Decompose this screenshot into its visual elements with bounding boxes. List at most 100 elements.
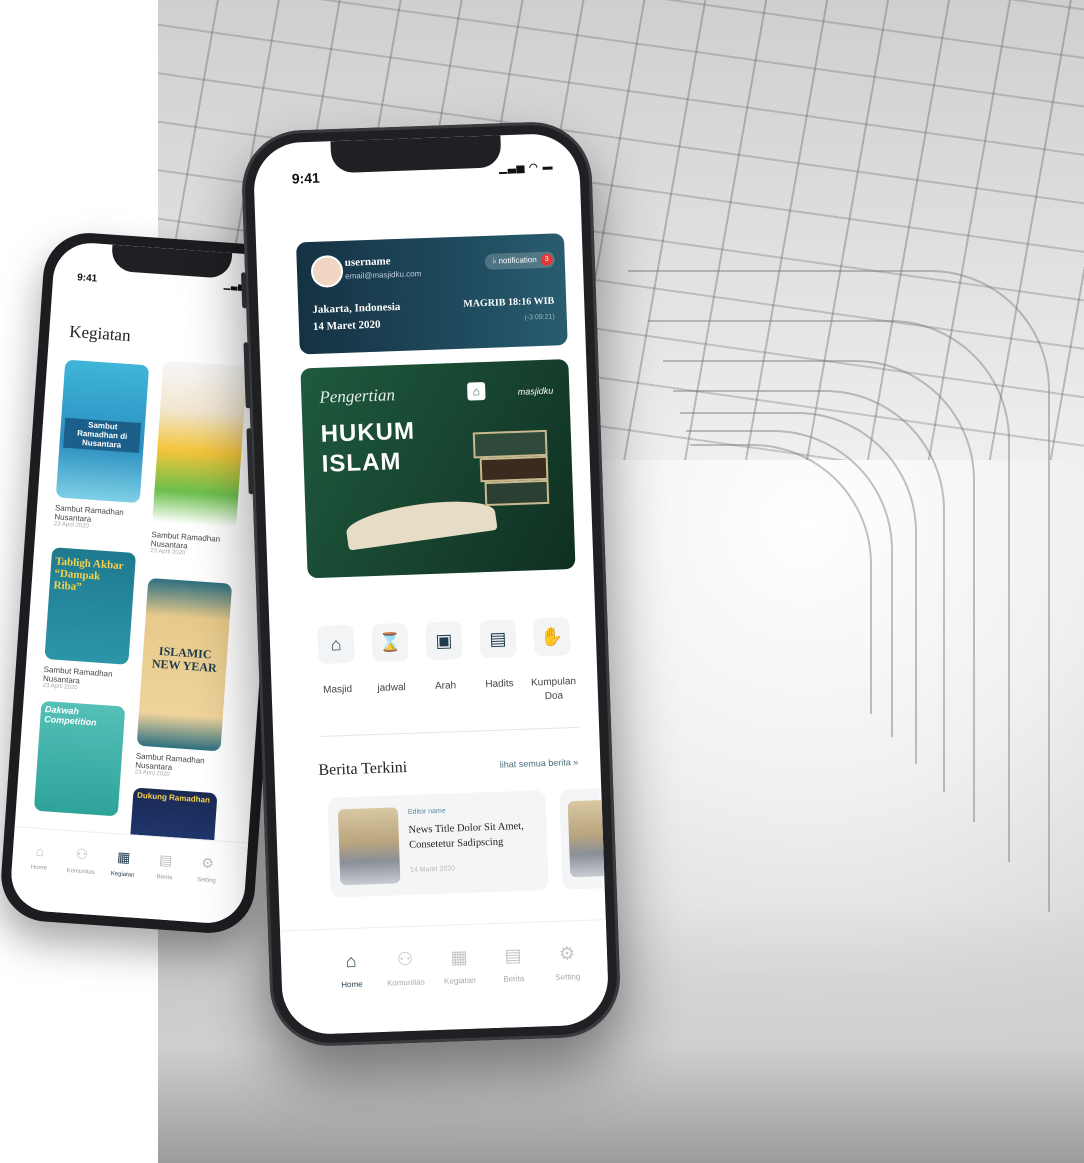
nav-label: Kegiatan: [443, 975, 476, 986]
prayer-icon: ⌛: [371, 622, 409, 663]
notch: [330, 135, 502, 174]
news-thumbnail: [337, 807, 401, 886]
nav-label: Home: [30, 864, 48, 872]
home-icon: ⌂: [345, 950, 357, 972]
card-overlay-text: Tabligh Akbar “Dampak Riba”: [53, 555, 124, 594]
banner-subtitle: Pengertian: [319, 385, 396, 407]
volume-up-button: [243, 342, 251, 409]
nav-komunitas[interactable]: ⚇ Komunitas: [58, 844, 106, 876]
mosque-icon: ⌂: [317, 624, 355, 664]
nav-setting[interactable]: ⚙ Setting: [183, 853, 231, 885]
silent-switch: [241, 272, 248, 309]
card-overlay-text: Dakwah Competition: [43, 704, 97, 728]
community-icon: ⚇: [396, 948, 414, 970]
nav-home[interactable]: ⌂ Home: [325, 950, 378, 990]
nav-setting[interactable]: ⚙ Setting: [541, 943, 594, 983]
user-header-card: username email@masjidku.com ♭ notificati…: [295, 233, 568, 355]
notification-button[interactable]: ♭ notification 3: [484, 251, 556, 270]
menu-kumpulan-doa[interactable]: ✋ Kumpulan Doa: [527, 617, 578, 705]
card-overlay-text: ISLAMIC NEW YEAR: [151, 643, 218, 676]
nav-label: Setting: [555, 972, 581, 982]
card-overlay-text: Sambut Ramadhan di Nusantara: [63, 417, 142, 454]
banner-title-line: HUKUM: [320, 417, 416, 448]
news-card[interactable]: Editor name News Title Dolor Sit Amet, C…: [327, 790, 549, 898]
card-caption-text: Sambut Ramadhan Nusantara: [134, 751, 205, 773]
menu-masjid[interactable]: ⌂ Masjid: [311, 624, 361, 699]
city: Jakarta, Indonesia: [312, 300, 401, 316]
menu-arah[interactable]: ▣ Arah: [419, 620, 469, 695]
brand-logo-text: masjidku: [517, 385, 554, 397]
card-overlay-text: [167, 365, 243, 370]
book-stack-illustration: [484, 479, 550, 507]
status-time: 9:41: [291, 169, 321, 187]
card-caption: Sambut Ramadhan Nusantara 23 April 2020: [54, 503, 136, 534]
calendar-icon: ▦: [116, 848, 131, 866]
nav-kegiatan[interactable]: ▦ Kegiatan: [433, 946, 486, 986]
gear-icon: ⚙: [558, 943, 576, 964]
book-stack-illustration: [479, 455, 549, 483]
nav-label: Setting: [196, 877, 216, 885]
kaaba-icon: ▣: [425, 620, 463, 661]
news-thumbnail: [567, 799, 610, 878]
nav-berita[interactable]: ▤ Berita: [141, 850, 189, 882]
card-caption: Sambut Ramadhan Nusantara 23 April 2020: [134, 752, 216, 783]
card-caption: Sambut Ramadhan Nusantara 23 April 2020: [42, 665, 124, 696]
activity-card[interactable]: Sambut Ramadhan di Nusantara: [55, 359, 150, 504]
banner-title: HUKUM ISLAM: [320, 416, 416, 479]
section-title: Berita Terkini: [318, 758, 408, 780]
menu-label: Arah: [434, 680, 457, 692]
home-icon: ⌂: [35, 842, 45, 860]
prayer-countdown: (-3:09:21): [524, 313, 555, 322]
card-date: 23 April 2020: [42, 683, 78, 692]
card-caption-text: Sambut Ramadhan Nusantara: [150, 530, 221, 551]
book-stack-illustration: [472, 429, 548, 459]
news-card-peek[interactable]: [559, 788, 610, 890]
nav-komunitas[interactable]: ⚇ Komunitas: [379, 948, 432, 988]
menu-hadits[interactable]: ▤ Hadits: [473, 619, 523, 693]
nav-label: Home: [341, 979, 363, 990]
status-icons: ▁▃▅ ◠ ▬: [499, 161, 554, 175]
see-all-news-link[interactable]: lihat semua berita »: [500, 757, 579, 770]
card-caption-text: Sambut Ramadhan Nusantara: [42, 664, 113, 686]
book-icon: ▤: [479, 619, 517, 659]
card-date: 23 April 2020: [134, 769, 170, 779]
news-title: News Title Dolor Sit Amet, Consetetur Sa…: [408, 820, 524, 852]
avatar[interactable]: [310, 254, 344, 288]
next-prayer-time: MAGRIB 18:16 WIB: [463, 295, 555, 310]
notch: [110, 244, 233, 279]
card-caption-text: Sambut Ramadhan Nusantara: [54, 503, 125, 524]
nav-home[interactable]: ⌂ Home: [16, 841, 64, 872]
divider: [319, 726, 580, 737]
notification-label: notification: [498, 255, 537, 266]
menu-jadwal[interactable]: ⌛ jadwal: [365, 622, 415, 697]
notification-badge: 3: [540, 253, 553, 266]
user-email: email@masjidku.com: [345, 269, 422, 281]
activity-card[interactable]: Tabligh Akbar “Dampak Riba”: [44, 547, 137, 665]
praying-hands-icon: ✋: [533, 617, 571, 657]
mosque-logo-icon: ⌂: [466, 381, 486, 401]
username: username: [344, 255, 391, 269]
date: 14 Maret 2020: [312, 318, 381, 333]
activity-card[interactable]: [152, 360, 248, 528]
card-date: 23 April 2020: [149, 548, 186, 557]
bell-icon: ♭: [492, 256, 497, 266]
menu-label: Kumpulan Doa: [530, 676, 577, 703]
news-icon: ▤: [504, 945, 522, 966]
activity-card[interactable]: ISLAMIC NEW YEAR: [136, 577, 233, 752]
news-icon: ▤: [158, 851, 173, 869]
featured-banner[interactable]: Pengertian HUKUM ISLAM ⌂ masjidku: [300, 359, 576, 579]
status-time: 9:41: [76, 272, 98, 285]
nav-kegiatan[interactable]: ▦ Kegiatan: [99, 847, 147, 879]
gear-icon: ⚙: [200, 854, 215, 872]
community-icon: ⚇: [75, 845, 89, 863]
card-date: 23 April 2020: [53, 521, 89, 531]
location-date: Jakarta, Indonesia 14 Maret 2020: [312, 299, 401, 335]
menu-label: Hadits: [485, 678, 514, 691]
bottom-nav: ⌂ Home ⚇ Komunitas ▦ Kegiatan ▤ Berita ⚙ Sett…: [8, 826, 249, 926]
page-title: Kegiatan: [68, 321, 132, 346]
news-editor: Editor name: [407, 807, 446, 816]
card-caption: Sambut Ramadhan Nusantara 23 April 2020: [150, 530, 232, 561]
banner-title-line: ISLAM: [321, 447, 402, 478]
activity-card[interactable]: Dakwah Competition: [33, 700, 126, 817]
nav-berita[interactable]: ▤ Berita: [487, 944, 540, 984]
